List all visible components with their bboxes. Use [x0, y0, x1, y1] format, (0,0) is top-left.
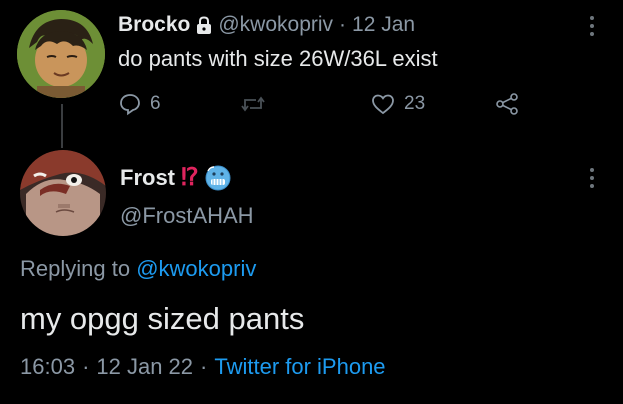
- tweet2-author-name[interactable]: Frost: [120, 165, 175, 191]
- interrobang-emoji: ⁉: [181, 164, 199, 191]
- meta-separator-2: ·: [200, 354, 208, 379]
- cold-face-emoji: [205, 165, 231, 191]
- retweet-icon: [241, 96, 265, 112]
- tweet1-header: Brocko @kwokopriv · 12 Jan: [118, 13, 415, 37]
- like-button[interactable]: 23: [370, 92, 425, 116]
- retweet-button[interactable]: [240, 92, 266, 121]
- reply-icon: [120, 94, 140, 116]
- tweet2-source[interactable]: Twitter for iPhone: [214, 354, 385, 380]
- tweet2-handle[interactable]: @FrostAHAH: [120, 203, 254, 229]
- tweet1-date[interactable]: 12 Jan: [352, 13, 415, 37]
- share-button[interactable]: [494, 92, 520, 121]
- reply-count: 6: [150, 93, 161, 114]
- tweet2-date[interactable]: 12 Jan 22: [96, 354, 193, 380]
- more-icon[interactable]: [586, 166, 598, 190]
- tweet1-text: do pants with size 26W/36L exist: [118, 46, 438, 71]
- tweet1-separator: ·: [339, 13, 347, 36]
- replying-to-handle[interactable]: @kwokopriv: [136, 256, 256, 281]
- avatar-brocko[interactable]: [17, 10, 105, 98]
- tweet2-name-row: Frost ⁉: [120, 163, 231, 192]
- like-icon: [372, 94, 394, 115]
- avatar-frost[interactable]: [20, 150, 106, 236]
- tweet1-author-name[interactable]: Brocko: [118, 13, 190, 37]
- thread-line: [61, 104, 63, 148]
- share-icon: [496, 93, 518, 115]
- lock-icon: [196, 15, 212, 35]
- tweet1-handle[interactable]: @kwokopriv: [218, 13, 333, 37]
- brocko-avatar-image: [17, 10, 105, 98]
- tweet2-text: my opgg sized pants: [20, 301, 305, 336]
- tweet2-meta: 16:03 · 12 Jan 22 · Twitter for iPhone: [20, 354, 386, 380]
- like-count: 23: [404, 93, 426, 114]
- reply-button[interactable]: 6: [118, 92, 161, 116]
- frost-avatar-image: [20, 150, 106, 236]
- more-icon[interactable]: [586, 14, 598, 38]
- replying-to-label: Replying to: [20, 256, 131, 281]
- tweet2-time[interactable]: 16:03: [20, 354, 75, 380]
- meta-separator-1: ·: [82, 354, 90, 379]
- replying-to: Replying to @kwokopriv: [20, 256, 256, 282]
